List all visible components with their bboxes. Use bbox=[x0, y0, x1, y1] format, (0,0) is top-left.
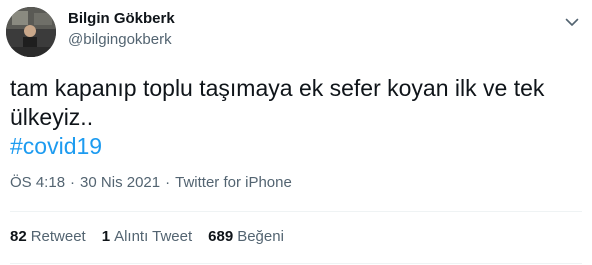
tweet-text-line: tam kapanıp toplu taşımaya ek sefer koya… bbox=[10, 75, 545, 101]
tweet-timestamp: ÖS 4:18 · 30 Nis 2021 · Twitter for iPhone bbox=[10, 174, 292, 192]
display-name[interactable]: Bilgin Gökberk bbox=[68, 10, 175, 28]
tweet-date[interactable]: 30 Nis 2021 bbox=[80, 174, 160, 191]
quote-tweets-stat[interactable]: 1 Alıntı Tweet bbox=[102, 228, 192, 246]
tweet-text: tam kapanıp toplu taşımaya ek sefer koya… bbox=[10, 74, 570, 161]
retweets-count: 82 bbox=[10, 228, 27, 245]
user-handle[interactable]: @bilgingokberk bbox=[68, 31, 172, 49]
tweet-card: Bilgin Gökberk @bilgingokberk tam kapanı… bbox=[0, 0, 592, 265]
divider bbox=[10, 263, 582, 264]
separator-dot: · bbox=[70, 174, 76, 191]
tweet-source[interactable]: Twitter for iPhone bbox=[175, 174, 292, 191]
retweets-label: Retweet bbox=[30, 228, 86, 245]
tweet-time[interactable]: ÖS 4:18 bbox=[10, 174, 65, 191]
avatar[interactable] bbox=[6, 7, 56, 57]
chevron-down-icon[interactable] bbox=[562, 12, 582, 32]
retweets-stat[interactable]: 82 Retweet bbox=[10, 228, 86, 246]
tweet-stats: 82 Retweet 1 Alıntı Tweet 689 Beğeni bbox=[10, 228, 300, 246]
likes-stat[interactable]: 689 Beğeni bbox=[208, 228, 284, 246]
divider bbox=[10, 211, 582, 212]
likes-count: 689 bbox=[208, 228, 234, 245]
likes-label: Beğeni bbox=[237, 228, 284, 245]
hashtag-link[interactable]: #covid19 bbox=[10, 132, 570, 161]
separator-dot: · bbox=[165, 174, 171, 191]
quote-tweets-label: Alıntı Tweet bbox=[114, 228, 193, 245]
tweet-text-line: ülkeyiz.. bbox=[10, 104, 94, 130]
quote-tweets-count: 1 bbox=[101, 228, 111, 245]
